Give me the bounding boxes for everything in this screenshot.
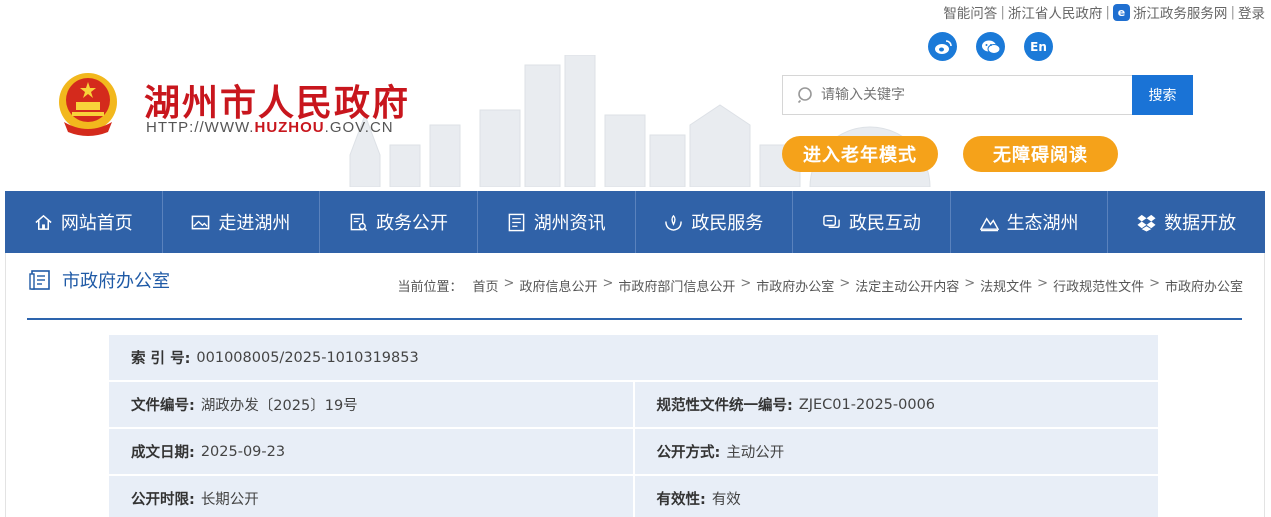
nav-item-data-open[interactable]: 数据开放	[1108, 191, 1265, 253]
book-icon	[29, 270, 50, 290]
column-heading: 市政府办公室	[28, 267, 170, 293]
nav-item-interaction[interactable]: 政民互动	[793, 191, 951, 253]
nav-label: 政民互动	[848, 213, 921, 234]
nav-label: 湖州资讯	[533, 213, 606, 234]
qa-link[interactable]: 智能问答	[943, 2, 997, 22]
separator: |	[1105, 4, 1110, 20]
breadcrumb-label: 当前位置：	[397, 280, 463, 295]
breadcrumb-item[interactable]: 市政府办公室	[756, 276, 834, 295]
wechat-icon[interactable]	[976, 32, 1005, 61]
nav-label: 政务公开	[376, 213, 449, 234]
search-input[interactable]	[821, 87, 1101, 103]
separator: |	[1230, 4, 1235, 20]
info-cell-date: 成文日期: 2025-09-23	[131, 443, 286, 462]
info-cell-disclosure-term: 公开时限: 长期公开	[131, 492, 259, 508]
column-title: 市政府办公室	[62, 271, 170, 292]
breadcrumb-item[interactable]: 首页	[473, 276, 499, 295]
separator: |	[1000, 4, 1005, 20]
zj-service-link[interactable]: 浙江政务服务网	[1133, 2, 1228, 22]
provincial-gov-link[interactable]: 浙江省人民政府	[1008, 2, 1103, 22]
accessible-reading-button[interactable]: 无障碍阅读	[963, 136, 1118, 172]
breadcrumb-item[interactable]: 行政规范性文件	[1053, 276, 1144, 295]
nav-label: 网站首页	[60, 213, 133, 234]
site-url: HTTP://WWW.HUZHOU.GOV.CN	[146, 119, 394, 136]
breadcrumb-item[interactable]: 法定主动公开内容	[855, 276, 959, 295]
main-nav: 网站首页 走进湖州 政务公开 湖州资讯 政民服务 政民互动 生态湖州 数据开放	[5, 191, 1265, 253]
login-link[interactable]: 登录	[1238, 2, 1265, 22]
dropbox-icon	[1137, 214, 1156, 232]
nav-item-ecology[interactable]: 生态湖州	[951, 191, 1109, 253]
document-search-icon	[350, 213, 368, 231]
table-row: 成文日期: 2025-09-23 公开方式: 主动公开	[109, 429, 1158, 476]
heading-divider	[27, 318, 1242, 320]
elder-mode-button[interactable]: 进入老年模式	[782, 136, 938, 172]
top-links: 智能问答 | 浙江省人民政府 | e 浙江政务服务网 | 登录	[943, 2, 1265, 22]
home-icon	[35, 214, 52, 230]
english-version-button[interactable]: En	[1024, 32, 1053, 61]
breadcrumb-item[interactable]: 法规文件	[980, 276, 1032, 295]
table-row: 文件编号: 湖政办发〔2025〕19号 规范性文件统一编号: ZJEC01-20…	[109, 382, 1158, 429]
news-icon	[508, 213, 525, 231]
search-field-wrapper	[782, 75, 1132, 115]
info-cell-index: 索 引 号: 001008005/2025-1010319853	[131, 349, 419, 368]
chat-icon	[823, 214, 840, 228]
nav-label: 生态湖州	[1006, 213, 1079, 234]
table-row: 索 引 号: 001008005/2025-1010319853	[109, 335, 1158, 382]
search-icon	[797, 87, 812, 104]
breadcrumb-item[interactable]: 政府信息公开	[519, 276, 597, 295]
document-info-table: 索 引 号: 001008005/2025-1010319853 文件编号: 湖…	[109, 335, 1158, 517]
info-cell-unified-number: 规范性文件统一编号: ZJEC01-2025-0006	[632, 382, 1159, 427]
breadcrumb: 当前位置： 首页 > 政府信息公开 > 市政府部门信息公开 > 市政府办公室 >…	[397, 276, 1243, 295]
national-emblem-logo	[59, 73, 117, 136]
nav-label: 走进湖州	[218, 213, 291, 234]
info-cell-disclosure-mode: 公开方式: 主动公开	[632, 429, 1159, 474]
nav-item-about[interactable]: 走进湖州	[163, 191, 321, 253]
nav-item-service[interactable]: 政民服务	[636, 191, 794, 253]
nav-item-gov-open[interactable]: 政务公开	[320, 191, 478, 253]
info-cell-validity: 有效性: 有效	[632, 476, 1159, 517]
nav-item-home[interactable]: 网站首页	[5, 191, 163, 253]
picture-icon	[192, 215, 210, 229]
hands-icon	[665, 214, 683, 231]
info-cell-doc-number: 文件编号: 湖政办发〔2025〕19号	[131, 398, 358, 414]
search-button[interactable]: 搜索	[1132, 75, 1193, 115]
breadcrumb-item[interactable]: 市政府部门信息公开	[618, 276, 735, 295]
search-bar: 搜索	[782, 75, 1193, 115]
breadcrumb-item[interactable]: 市政府办公室	[1165, 276, 1243, 295]
table-row: 公开时限: 长期公开 有效性: 有效	[109, 476, 1158, 517]
nav-item-news[interactable]: 湖州资讯	[478, 191, 636, 253]
nav-label: 数据开放	[1164, 213, 1237, 234]
nav-label: 政民服务	[691, 213, 764, 234]
zj-service-icon: e	[1112, 3, 1130, 21]
mountain-icon	[979, 216, 999, 231]
